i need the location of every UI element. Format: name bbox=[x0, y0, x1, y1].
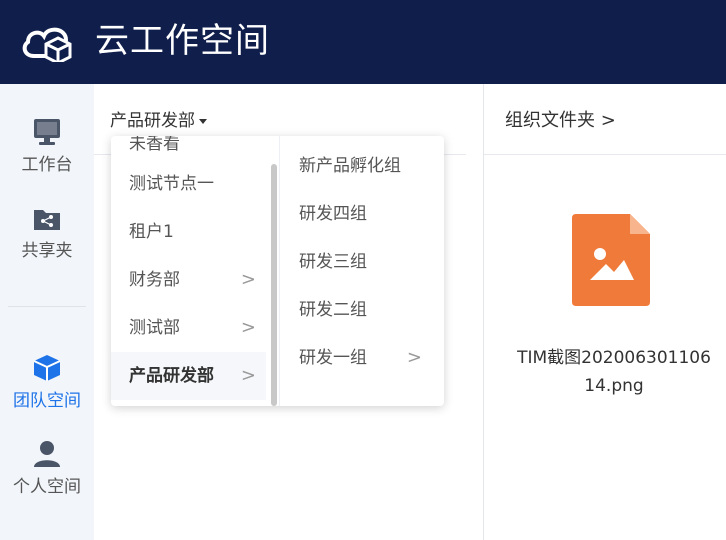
sidebar-item-personal-space[interactable]: 个人空间 bbox=[0, 440, 94, 497]
file-name-line2: 14.png bbox=[584, 376, 644, 396]
chevron-right-icon: > bbox=[240, 269, 256, 290]
app-title: 云工作空间 bbox=[95, 21, 270, 61]
cascader-option[interactable]: 新产品孵化组 bbox=[280, 142, 444, 190]
breadcrumb[interactable]: 组织文件夹 > bbox=[505, 106, 616, 132]
option-label: 研发一组 bbox=[299, 348, 367, 368]
cascader-option[interactable]: 研发三组 bbox=[280, 238, 444, 286]
sidebar-item-shared[interactable]: 共享夹 bbox=[0, 206, 94, 261]
option-label: 研发四组 bbox=[299, 204, 367, 224]
option-label: 租户1 bbox=[129, 222, 174, 242]
file-name: TIM截图202006301106 14.png bbox=[502, 344, 726, 400]
cascader-option[interactable]: 财务部 > bbox=[111, 256, 266, 304]
option-label: 新产品孵化组 bbox=[299, 156, 401, 176]
app-header: 云工作空间 bbox=[0, 0, 726, 84]
sidebar-item-label: 个人空间 bbox=[13, 477, 81, 497]
cascader-column-1: 未香看 测试节点一 租户1 财务部 > 测试部 > 产品研发部 > bbox=[111, 136, 279, 406]
option-label: 测试部 bbox=[129, 318, 180, 338]
cascader-option[interactable]: 租户1 bbox=[111, 208, 266, 256]
chevron-right-icon: > bbox=[240, 317, 256, 338]
sidebar-item-label: 团队空间 bbox=[13, 391, 81, 411]
file-item[interactable]: TIM截图202006301106 14.png bbox=[502, 214, 726, 400]
department-cascader-dropdown: 未香看 测试节点一 租户1 财务部 > 测试部 > 产品研发部 > 新产品孵化组 研发… bbox=[111, 136, 444, 406]
caret-down-icon bbox=[199, 118, 207, 124]
option-label: 研发三组 bbox=[299, 252, 367, 272]
cascader-option[interactable]: 研发一组 > bbox=[280, 334, 444, 382]
sidebar-divider bbox=[8, 306, 86, 307]
scrollbar-thumb[interactable] bbox=[271, 164, 277, 406]
cascader-option[interactable]: 研发二组 bbox=[280, 286, 444, 334]
option-label: 财务部 bbox=[129, 270, 180, 290]
cascader-option-selected[interactable]: 产品研发部 > bbox=[111, 352, 266, 400]
sidebar-item-label: 共享夹 bbox=[21, 241, 73, 261]
user-icon bbox=[34, 441, 60, 467]
option-label: 产品研发部 bbox=[129, 366, 214, 386]
department-select-value: 产品研发部 bbox=[110, 111, 195, 131]
sidebar-item-team-space[interactable]: 团队空间 bbox=[0, 354, 94, 411]
shared-folder-icon bbox=[34, 210, 60, 230]
cascader-option[interactable]: 研发四组 bbox=[280, 190, 444, 238]
sidebar-item-label: 工作台 bbox=[21, 155, 73, 175]
monitor-icon bbox=[34, 119, 60, 145]
cascader-option[interactable]: 测试节点一 bbox=[111, 160, 266, 208]
sidebar-item-workbench[interactable]: 工作台 bbox=[0, 118, 94, 175]
folder-pane: 组织文件夹 > TIM截图202006301106 14.png bbox=[484, 84, 726, 540]
option-label: 研发二组 bbox=[299, 300, 367, 320]
option-label: 未香看 bbox=[129, 136, 180, 154]
file-name-line1: TIM截图202006301106 bbox=[517, 348, 711, 368]
cascader-column-2: 新产品孵化组 研发四组 研发三组 研发二组 研发一组 > bbox=[279, 136, 444, 406]
cube-icon bbox=[33, 355, 61, 381]
department-select[interactable]: 产品研发部 bbox=[110, 106, 207, 131]
option-label: 测试节点一 bbox=[129, 174, 214, 194]
chevron-right-icon: > bbox=[406, 347, 422, 368]
chevron-right-icon: > bbox=[240, 365, 256, 386]
cascader-option[interactable]: 测试部 > bbox=[111, 304, 266, 352]
image-file-icon bbox=[572, 214, 650, 306]
pane-divider bbox=[484, 154, 726, 155]
cloud-cube-logo-icon bbox=[22, 27, 72, 62]
sidebar: 工作台 共享夹 团队空间 个人空间 bbox=[0, 84, 95, 540]
